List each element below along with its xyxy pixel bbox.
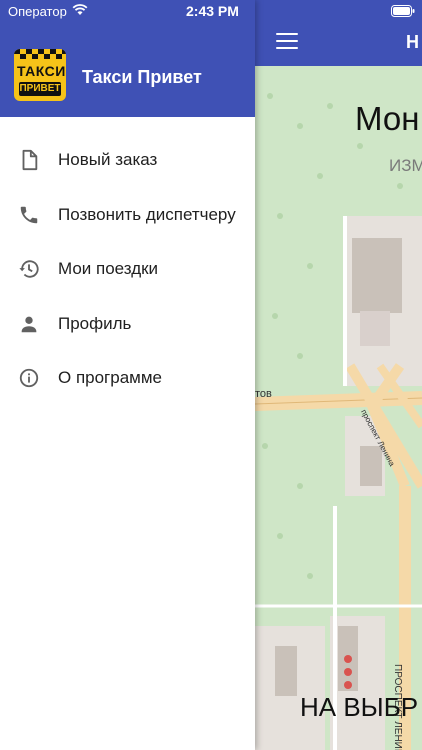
navigation-drawer: ТАКСИ ПРИВЕТ Такси Привет Новый заказ По…: [0, 0, 255, 750]
hamburger-menu-icon[interactable]: [276, 33, 298, 49]
phone-icon: [18, 204, 40, 226]
menu-item-label: О программе: [58, 368, 163, 387]
map-overlay-bottom-label: НА ВЫБР: [300, 692, 419, 722]
battery-icon: [391, 5, 415, 20]
menu-item-my-trips[interactable]: Мои поездки: [0, 242, 255, 297]
logo-text-taxi: ТАКСИ: [17, 63, 66, 79]
street-label: тов: [255, 388, 272, 400]
info-icon: [18, 367, 40, 389]
map-overlay-title: Мон: [355, 100, 420, 137]
menu-item-label: Профиль: [58, 313, 132, 333]
menu-item-label: Новый заказ: [58, 150, 158, 169]
drawer-menu: Новый заказ Позвонить диспетчеру Мои пое…: [0, 133, 255, 406]
app-bar-title: Н: [406, 32, 419, 52]
menu-item-about[interactable]: О программе: [0, 351, 255, 406]
logo-text-privet: ПРИВЕТ: [19, 82, 61, 96]
carrier-label: Оператор: [8, 4, 67, 19]
menu-item-call-dispatcher[interactable]: Позвонить диспетчеру: [0, 188, 255, 243]
menu-item-profile[interactable]: Профиль: [0, 297, 255, 352]
clock: 2:43 PM: [186, 3, 239, 19]
map-overlay-subtitle: ИЗМ: [389, 156, 422, 175]
drawer-app-name: Такси Привет: [82, 67, 202, 87]
menu-item-new-order[interactable]: Новый заказ: [0, 133, 255, 188]
app-logo: ТАКСИ ПРИВЕТ: [14, 49, 66, 101]
wifi-icon: [72, 4, 88, 19]
history-icon: [18, 258, 40, 280]
document-icon: [18, 149, 40, 171]
menu-item-label: Позвонить диспетчеру: [58, 204, 236, 224]
menu-item-label: Мои поездки: [58, 259, 159, 278]
status-bar: Оператор 2:43 PM: [0, 0, 422, 24]
person-icon: [18, 313, 40, 335]
